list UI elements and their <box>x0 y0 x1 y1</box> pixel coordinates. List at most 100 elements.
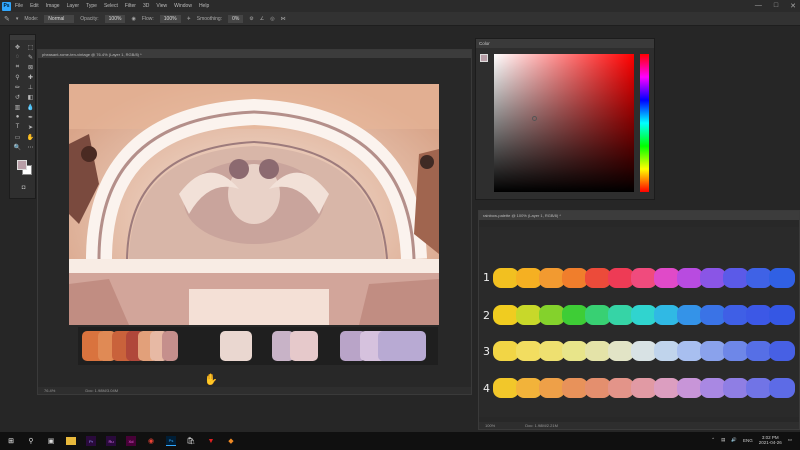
brush-size-chevron-icon[interactable]: ▾ <box>16 16 19 22</box>
smoothing-label: Smoothing: <box>196 15 223 22</box>
menu-window[interactable]: Window <box>174 3 192 9</box>
close-icon[interactable]: ✕ <box>790 2 796 10</box>
window-controls: — □ ✕ <box>755 2 796 10</box>
move-tool-icon[interactable]: ✥ <box>12 43 23 51</box>
minimize-icon[interactable]: — <box>755 2 762 10</box>
brush-preset-icon[interactable]: ✎ <box>4 15 10 23</box>
gradient-icon[interactable]: ▥ <box>12 103 23 111</box>
rainbow-zoom-level[interactable]: 100% <box>485 423 495 428</box>
menu-help[interactable]: Help <box>199 3 209 9</box>
hue-slider[interactable] <box>640 54 649 192</box>
palette-swatch <box>220 331 252 361</box>
palette-swatch <box>290 331 318 361</box>
lasso-tool-icon[interactable]: ◌ <box>12 53 23 61</box>
rainbow-swatch <box>769 268 795 288</box>
orange-app-icon[interactable]: ◆ <box>226 436 236 446</box>
menu-file[interactable]: File <box>15 3 23 9</box>
rainbow-canvas: 1 2 3 4 <box>479 227 799 417</box>
document-window: pheasant-rome-ten-vintage @ 76.4% (Layer… <box>37 49 472 395</box>
color-picker-handle[interactable] <box>532 116 537 121</box>
quick-select-icon[interactable]: ✎ <box>25 53 36 61</box>
pressure-size-icon[interactable]: ◎ <box>270 16 274 22</box>
windows-start-icon[interactable]: ⊞ <box>6 436 16 446</box>
eyedropper-icon[interactable]: ⚲ <box>12 73 23 81</box>
menu-edit[interactable]: Edit <box>30 3 39 9</box>
clock[interactable]: 3:02 PM 2021-04-26 <box>759 435 782 445</box>
path-select-icon[interactable]: ➤ <box>25 123 36 131</box>
foreground-swatch[interactable] <box>480 54 488 62</box>
clone-stamp-icon[interactable]: ⊥ <box>25 83 36 91</box>
color-panel: Color <box>475 38 655 200</box>
menu-filter[interactable]: Filter <box>125 3 136 9</box>
dodge-tool-icon[interactable]: ● <box>12 113 23 121</box>
menu-type[interactable]: Type <box>86 3 97 9</box>
pen-tool-icon[interactable]: ✒ <box>25 113 36 121</box>
eraser-icon[interactable]: ◧ <box>25 93 36 101</box>
healing-brush-icon[interactable]: ✚ <box>25 73 36 81</box>
file-explorer-icon[interactable] <box>66 437 76 445</box>
chevron-up-icon[interactable]: ⌃ <box>711 437 715 443</box>
color-panel-tab[interactable]: Color <box>476 39 654 48</box>
menu-3d[interactable]: 3D <box>143 3 149 9</box>
symmetry-icon[interactable]: ⋈ <box>281 16 286 22</box>
rainbow-row-1 <box>493 265 799 291</box>
mode-select[interactable]: Normal <box>44 14 75 23</box>
type-tool-icon[interactable]: T <box>12 123 23 131</box>
more-tools-icon[interactable]: ⋯ <box>25 143 36 151</box>
opacity-label: Opacity: <box>80 15 99 22</box>
foreground-color-swatch[interactable] <box>17 160 27 170</box>
adobe-xd-icon[interactable]: Xd <box>126 436 136 446</box>
network-icon[interactable]: ▤ <box>721 437 725 443</box>
quick-mask-icon[interactable]: ◘ <box>18 184 29 192</box>
task-view-icon[interactable]: ▣ <box>46 436 56 446</box>
brush-tool-icon[interactable]: ✏ <box>12 83 23 91</box>
settings-gear-icon[interactable]: ⚙ <box>249 16 253 22</box>
premiere-rush-icon[interactable]: Ru <box>106 436 116 446</box>
zoom-tool-icon[interactable]: 🔍 <box>12 143 23 151</box>
menu-image[interactable]: Image <box>46 3 60 9</box>
rainbow-document-tab[interactable]: rainbow-palette @ 100% (Layer 1, RGB/8) … <box>479 211 799 220</box>
airbrush-icon[interactable]: ✈ <box>187 16 191 22</box>
opacity-field[interactable]: 100% <box>104 14 126 23</box>
mode-label: Mode: <box>24 15 39 22</box>
crop-tool-icon[interactable]: ⌗ <box>12 63 23 71</box>
chrome-icon[interactable]: ◉ <box>146 436 156 446</box>
shape-tool-icon[interactable]: ▭ <box>12 133 23 141</box>
marquee-tool-icon[interactable]: ⬚ <box>25 43 36 51</box>
rainbow-document-size: Doc: 1.98M/2.21M <box>525 423 558 428</box>
rainbow-document-window: rainbow-palette @ 100% (Layer 1, RGB/8) … <box>478 210 800 430</box>
maximize-icon[interactable]: □ <box>774 2 778 10</box>
saturation-brightness-field[interactable] <box>494 54 634 192</box>
toolbox: ✥ ⬚ ◌ ✎ ⌗ ⊠ ⚲ ✚ ✏ ⊥ ↺ ◧ ▥ 💧 ● ✒ T ➤ ▭ ✋ … <box>9 34 36 199</box>
hand-tool-icon[interactable]: ✋ <box>25 133 36 141</box>
history-brush-icon[interactable]: ↺ <box>12 93 23 101</box>
language-indicator[interactable]: ENG <box>743 438 753 443</box>
flow-field[interactable]: 100% <box>159 14 181 23</box>
palette-swatch <box>162 331 178 361</box>
menu-view[interactable]: View <box>156 3 167 9</box>
rainbow-swatch <box>769 341 795 361</box>
photoshop-logo[interactable]: Ps <box>2 1 11 11</box>
volume-icon[interactable]: 🔊 <box>731 437 737 443</box>
premiere-pro-icon[interactable]: Pr <box>86 436 96 446</box>
photoshop-taskbar-icon[interactable]: Ps <box>166 436 176 446</box>
angle-icon[interactable]: ∠ <box>260 16 264 22</box>
store-icon[interactable]: 🛍 <box>186 436 196 446</box>
pressure-opacity-icon[interactable]: ◉ <box>131 16 135 22</box>
flow-label: Flow: <box>141 15 154 22</box>
zoom-level[interactable]: 76.4% <box>44 388 55 393</box>
notifications-icon[interactable]: ▭ <box>788 437 792 443</box>
smoothing-field[interactable]: 0% <box>228 14 244 23</box>
blur-tool-icon[interactable]: 💧 <box>25 103 36 111</box>
rainbow-swatch <box>769 378 795 398</box>
menu-layer[interactable]: Layer <box>67 3 80 9</box>
row-label-4: 4 <box>483 382 490 395</box>
menu-select[interactable]: Select <box>104 3 118 9</box>
clock-date: 2021-04-26 <box>758 440 782 445</box>
search-icon[interactable]: ⚲ <box>26 436 36 446</box>
document-tab[interactable]: pheasant-rome-ten-vintage @ 76.4% (Layer… <box>38 50 471 58</box>
ads-app-icon[interactable]: ▼ <box>206 436 216 446</box>
taskbar: ⊞ ⚲ ▣ Pr Ru Xd ◉ Ps 🛍 ▼ ◆ ⌃ ▤ 🔊 ENG 3:02… <box>0 432 800 450</box>
frame-tool-icon[interactable]: ⊠ <box>25 63 36 71</box>
menu-bar: Ps File Edit Image Layer Type Select Fil… <box>0 0 800 12</box>
